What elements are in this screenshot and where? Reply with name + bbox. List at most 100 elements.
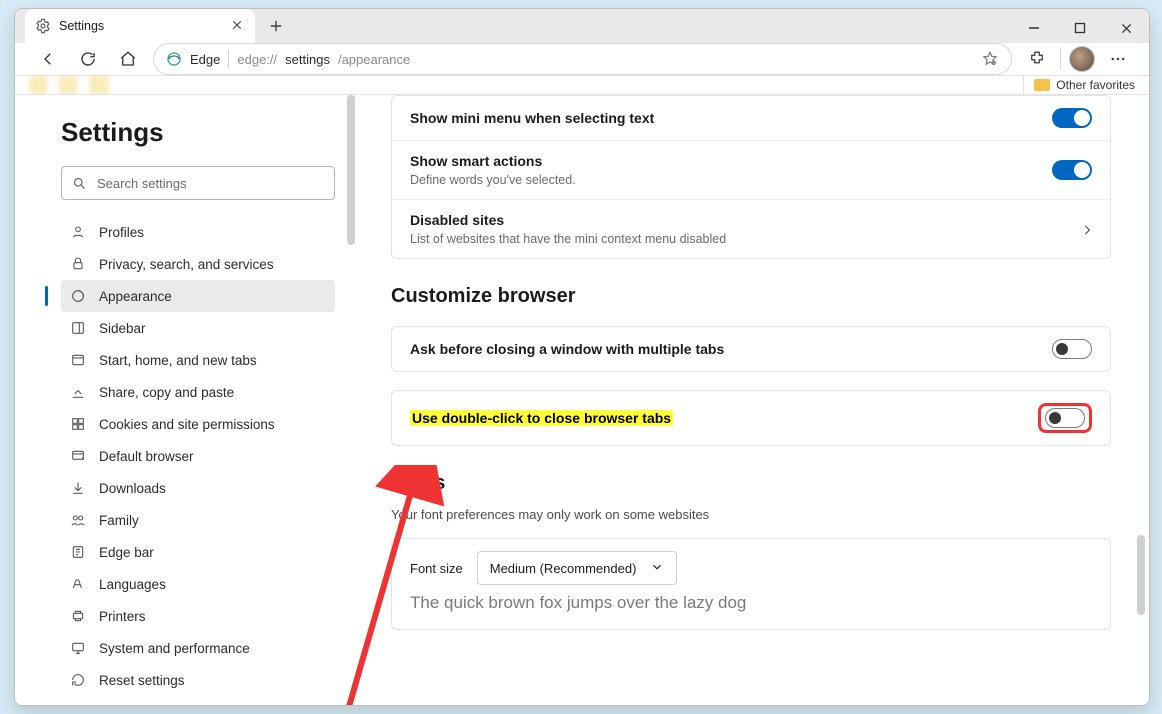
sidebar-item-label: Profiles [99,225,144,240]
close-window-button[interactable] [1103,9,1149,47]
sidebar-item-label: Share, copy and paste [99,385,234,400]
font-size-dropdown[interactable]: Medium (Recommended) [477,551,677,585]
row-disabled-sites[interactable]: Disabled sites List of websites that hav… [392,199,1110,258]
minimize-button[interactable] [1011,9,1057,47]
row-ask-before-close: Ask before closing a window with multipl… [392,327,1110,371]
sidebar-item-icon [69,351,87,369]
sidebar-item-printers[interactable]: Printers [61,600,335,632]
sidebar-item-languages[interactable]: Languages [61,568,335,600]
sidebar-item-icon [69,447,87,465]
sidebar-item-sidebar[interactable]: Sidebar [61,312,335,344]
addr-separator [228,50,229,68]
sidebar-item-default-browser[interactable]: Default browser [61,440,335,472]
font-preview-text: The quick brown fox jumps over the lazy … [392,585,1110,629]
tab-settings[interactable]: Settings [25,9,255,43]
sidebar-item-icon [69,319,87,337]
main-panel: Show mini menu when selecting text Show … [355,95,1149,706]
sidebar-item-icon [69,607,87,625]
sidebar-item-icon [69,639,87,657]
sidebar-item-reset-settings[interactable]: Reset settings [61,664,335,696]
sidebar-nav: Profiles Privacy, search, and services App… [61,216,335,696]
maximize-button[interactable] [1057,9,1103,47]
minimenu-card: Show mini menu when selecting text Show … [391,95,1111,259]
folder-icon [1034,79,1050,91]
toolbar: Edge edge:// settings/appearance [15,43,1149,76]
address-bar[interactable]: Edge edge:// settings/appearance [153,43,1012,75]
sidebar-item-label: Downloads [99,481,166,496]
addr-path: /appearance [338,52,410,67]
sidebar: Settings Search settings ProfilesPrivacy… [15,95,355,706]
edge-icon [166,51,182,67]
sidebar-item-label: Reset settings [99,673,185,688]
title-bar: Settings [15,9,1149,43]
sidebar-item-label: Appearance [99,289,172,304]
chevron-down-icon [650,560,664,577]
addr-brand: Edge [190,52,220,67]
other-favorites-label: Other favorites [1056,78,1135,92]
annotation-redbox [1038,403,1092,433]
sidebar-item-profiles[interactable]: Profiles [61,216,335,248]
close-tab-icon[interactable] [231,19,245,33]
sidebar-item-family[interactable]: Family [61,504,335,536]
main-scrollbar[interactable] [1137,535,1145,615]
sidebar-item-privacy-search-and-services[interactable]: Privacy, search, and services [61,248,335,280]
sidebar-item-icon [69,671,87,689]
sidebar-item-label: Languages [99,577,166,592]
sidebar-item-icon [69,255,87,273]
blurred-bookmarks [29,76,1013,94]
window-controls [1011,9,1149,47]
extensions-button[interactable] [1022,44,1052,74]
profile-avatar[interactable] [1069,46,1095,72]
sidebar-item-system-and-performance[interactable]: System and performance [61,632,335,664]
sidebar-item-icon [69,383,87,401]
refresh-button[interactable] [73,44,103,74]
sidebar-scrollbar[interactable] [347,95,355,245]
sidebar-item-label: Printers [99,609,146,624]
dblclick-close-label: Use double-click to close browser tabs [410,410,673,426]
sidebar-item-edge-bar[interactable]: Edge bar [61,536,335,568]
sidebar-item-share-copy-and-paste[interactable]: Share, copy and paste [61,376,335,408]
search-input[interactable]: Search settings [61,166,335,200]
sidebar-item-label: Edge bar [99,545,154,560]
toggle-ask-before-close[interactable] [1052,339,1092,359]
section-fonts-sub: Your font preferences may only work on s… [391,507,1111,522]
row-show-mini-menu: Show mini menu when selecting text [392,96,1110,140]
sidebar-item-icon [69,287,87,305]
content-area: Settings Search settings ProfilesPrivacy… [15,95,1149,706]
row-font-size: Font size Medium (Recommended) [392,539,1110,585]
dblclick-close-card: Use double-click to close browser tabs [391,390,1111,446]
sidebar-item-label: Start, home, and new tabs [99,353,257,368]
favorite-icon[interactable] [981,50,999,68]
sidebar-item-label: Privacy, search, and services [99,257,274,272]
section-customize-title: Customize browser [391,285,1111,308]
back-button[interactable] [33,44,63,74]
sidebar-item-icon [69,575,87,593]
other-favorites[interactable]: Other favorites [1034,78,1135,92]
sidebar-item-label: System and performance [99,641,250,656]
sidebar-item-icon [69,479,87,497]
home-button[interactable] [113,44,143,74]
more-button[interactable] [1103,44,1133,74]
sidebar-item-appearance[interactable]: Appearance [61,280,335,312]
ask-before-close-card: Ask before closing a window with multipl… [391,326,1111,372]
toggle-smart-actions[interactable] [1052,160,1092,180]
sidebar-item-label: Default browser [99,449,194,464]
sidebar-item-start-home-and-new-tabs[interactable]: Start, home, and new tabs [61,344,335,376]
sidebar-item-label: Cookies and site permissions [99,417,275,432]
new-tab-button[interactable] [261,11,291,41]
bookmarks-bar: Other favorites [15,76,1149,95]
toggle-mini-menu[interactable] [1052,108,1092,128]
sidebar-item-downloads[interactable]: Downloads [61,472,335,504]
addr-host: settings [285,52,330,67]
sidebar-item-label: Family [99,513,139,528]
section-fonts-title: Fonts [391,472,1111,495]
sidebar-item-icon [69,543,87,561]
tab-title: Settings [59,19,223,33]
addr-scheme: edge:// [237,52,277,67]
browser-window: Settings Edge edge:// settings/appearance [14,8,1150,706]
sidebar-item-icon [69,415,87,433]
sidebar-item-label: Sidebar [99,321,146,336]
toggle-dblclick-close[interactable] [1045,408,1085,428]
sidebar-item-cookies-and-site-permissions[interactable]: Cookies and site permissions [61,408,335,440]
search-icon [72,176,87,191]
